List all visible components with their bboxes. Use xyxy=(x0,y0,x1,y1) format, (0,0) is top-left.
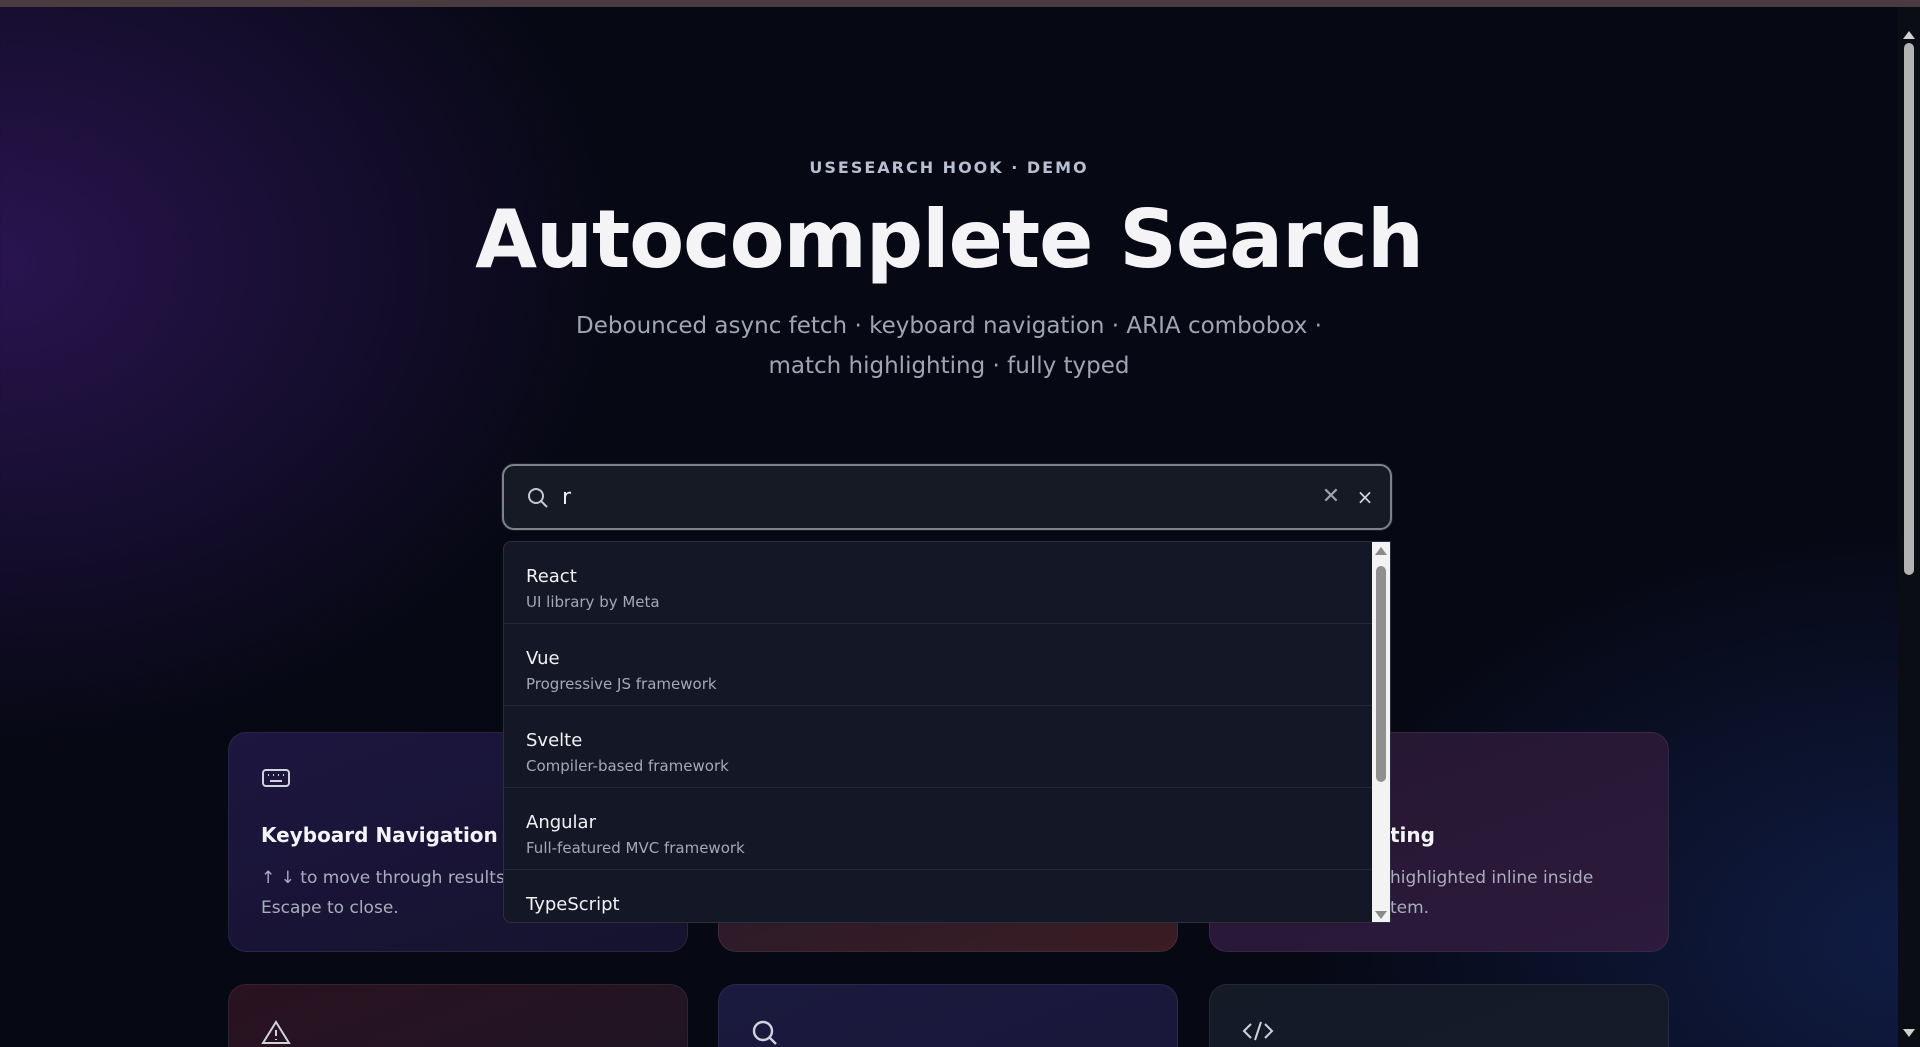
browser-top-bar xyxy=(0,0,1920,7)
scrollbar-thumb[interactable] xyxy=(1376,566,1386,782)
result-label: TypeScript xyxy=(526,894,620,915)
result-option-svelte[interactable]: Svelte Compiler-based framework xyxy=(504,706,1374,788)
results-list: React UI library by Meta Vue Progressive… xyxy=(504,542,1374,922)
page-title: Autocomplete Search xyxy=(475,193,1424,286)
warning-icon xyxy=(261,1019,291,1045)
result-description: Progressive JS framework xyxy=(526,675,717,693)
eyebrow-label: USESEARCH HOOK · DEMO xyxy=(809,158,1089,177)
close-icon[interactable]: × xyxy=(1354,486,1376,508)
scroll-up-icon[interactable] xyxy=(1903,31,1915,39)
result-option-angular[interactable]: Angular Full-featured MVC framework xyxy=(504,788,1374,870)
feature-card-5 xyxy=(718,984,1178,1047)
page-subtitle: Debounced async fetch · keyboard navigat… xyxy=(576,313,1322,379)
result-label: Vue xyxy=(526,648,560,669)
scroll-down-icon[interactable] xyxy=(1375,911,1387,919)
result-description: Compiler-based framework xyxy=(526,757,729,775)
scroll-up-icon[interactable] xyxy=(1375,547,1387,555)
result-option-react[interactable]: React UI library by Meta xyxy=(504,542,1374,624)
result-label: React xyxy=(526,566,577,587)
page-scrollbar[interactable] xyxy=(1898,7,1920,1047)
results-scrollbar[interactable] xyxy=(1372,542,1390,922)
feature-card-title: Keyboard Navigation xyxy=(261,823,498,847)
search-combobox[interactable]: ✕ × xyxy=(502,464,1392,530)
feature-card-title: ting xyxy=(1390,823,1435,847)
search-icon xyxy=(526,486,550,510)
result-description: Full-featured MVC framework xyxy=(526,839,745,857)
results-listbox[interactable]: React UI library by Meta Vue Progressive… xyxy=(503,541,1391,923)
search-input[interactable] xyxy=(562,480,1262,514)
result-option-typescript[interactable]: TypeScript xyxy=(504,870,1374,922)
result-label: Angular xyxy=(526,812,596,833)
result-option-vue[interactable]: Vue Progressive JS framework xyxy=(504,624,1374,706)
scroll-down-icon[interactable] xyxy=(1903,1029,1915,1037)
code-icon xyxy=(1242,1019,1274,1045)
feature-card-6 xyxy=(1209,984,1669,1047)
search-icon xyxy=(751,1019,781,1045)
keyboard-icon xyxy=(261,767,291,793)
scrollbar-thumb[interactable] xyxy=(1904,43,1914,575)
clear-icon[interactable]: ✕ xyxy=(1320,486,1342,508)
feature-card-description: highlighted inline inside tem. xyxy=(1390,868,1594,918)
result-label: Svelte xyxy=(526,730,583,751)
feature-card-4 xyxy=(228,984,688,1047)
result-description: UI library by Meta xyxy=(526,593,660,611)
